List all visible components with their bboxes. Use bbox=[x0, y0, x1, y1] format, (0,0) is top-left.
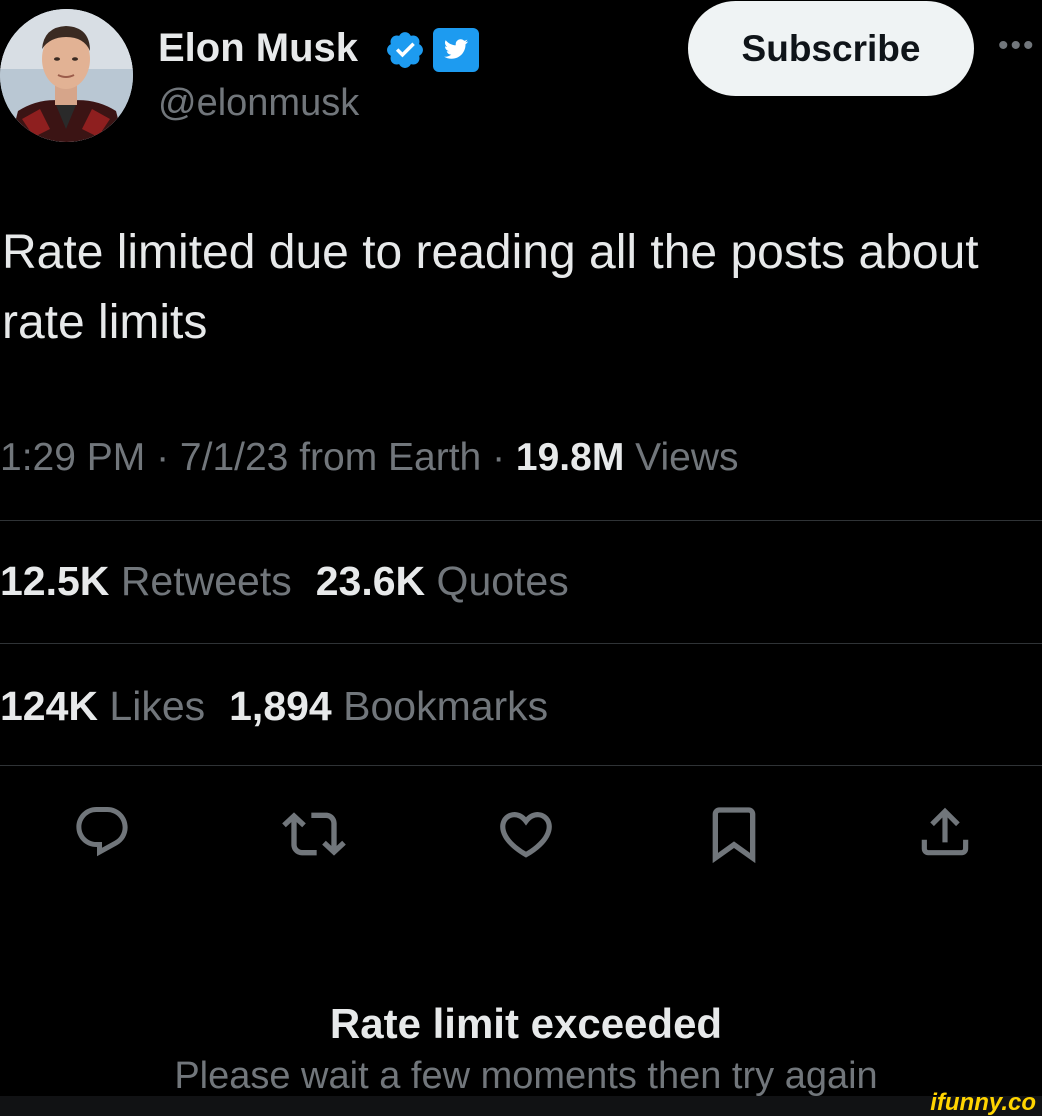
like-button[interactable] bbox=[494, 802, 558, 866]
bookmarks-count: 1,894 bbox=[229, 683, 332, 729]
divider bbox=[0, 765, 1042, 766]
tweet-time[interactable]: 1:29 PM bbox=[0, 436, 145, 479]
divider bbox=[0, 520, 1042, 521]
watermark-bar bbox=[0, 1096, 1042, 1116]
bookmarks-label: Bookmarks bbox=[331, 683, 549, 729]
stats-row-likes: 124K Likes 1,894 Bookmarks bbox=[0, 681, 548, 731]
author-handle[interactable]: @elonmusk bbox=[158, 80, 359, 126]
likes-stat[interactable]: 124K Likes bbox=[0, 683, 205, 729]
quotes-stat[interactable]: 23.6K Quotes bbox=[316, 558, 569, 604]
tweet-text: Rate limited due to reading all the post… bbox=[2, 218, 1042, 358]
reply-icon bbox=[76, 807, 128, 857]
retweet-icon bbox=[282, 812, 346, 856]
share-icon bbox=[921, 807, 969, 856]
retweet-button[interactable] bbox=[282, 802, 346, 866]
retweets-count: 12.5K bbox=[0, 558, 110, 604]
retweets-stat[interactable]: 12.5K Retweets bbox=[0, 558, 292, 604]
bookmark-button[interactable] bbox=[702, 802, 766, 866]
reply-button[interactable] bbox=[70, 800, 134, 864]
views-count: 19.8M bbox=[515, 436, 625, 479]
divider bbox=[0, 643, 1042, 644]
tweet-date[interactable]: 7/1/23 bbox=[180, 436, 288, 479]
bookmarks-stat[interactable]: 1,894 Bookmarks bbox=[229, 683, 548, 729]
rate-limit-title: Rate limit exceeded bbox=[329, 1000, 723, 1047]
tweet-meta: 1:29 PM · 7/1/23 from Earth · 19.8M View… bbox=[0, 434, 739, 482]
meta-separator: · bbox=[481, 436, 516, 479]
twitter-bird-icon bbox=[432, 27, 480, 73]
rate-limit-message: Please wait a few moments then try again bbox=[174, 1055, 878, 1097]
stats-row-retweets: 12.5K Retweets 23.6K Quotes bbox=[0, 556, 569, 606]
verified-badge-icon bbox=[384, 29, 426, 71]
like-icon bbox=[500, 812, 552, 858]
avatar[interactable] bbox=[0, 9, 133, 142]
tweet-source: from Earth bbox=[288, 436, 482, 479]
tweet-text-line: Rate limited due to reading all the post… bbox=[2, 226, 979, 279]
views-label: Views bbox=[624, 436, 739, 479]
meta-separator: · bbox=[145, 436, 180, 479]
retweets-label: Retweets bbox=[109, 558, 292, 604]
bookmark-icon bbox=[712, 807, 756, 864]
quotes-count: 23.6K bbox=[315, 558, 426, 604]
author-name[interactable]: Elon Musk bbox=[158, 24, 358, 72]
likes-label: Likes bbox=[98, 683, 206, 729]
likes-count: 124K bbox=[0, 683, 99, 729]
tweet-text-line: rate limits bbox=[2, 296, 208, 349]
share-button[interactable] bbox=[913, 800, 977, 864]
subscribe-button[interactable]: Subscribe bbox=[688, 1, 974, 96]
more-dots-icon[interactable]: ••• bbox=[998, 32, 1042, 60]
ifunny-watermark: ifunny.co bbox=[930, 1089, 1036, 1116]
quotes-label: Quotes bbox=[425, 558, 569, 604]
